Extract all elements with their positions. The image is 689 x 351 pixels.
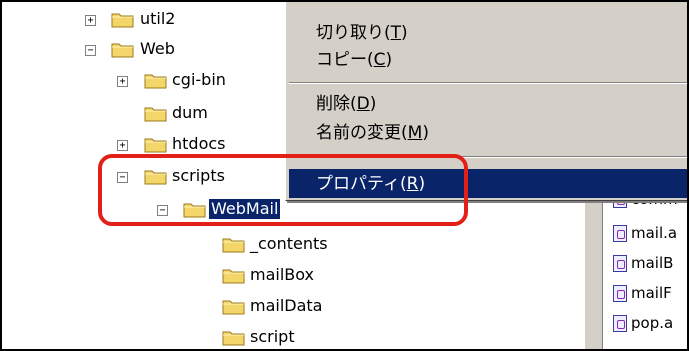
menu-item-delete[interactable]: 削除(D) xyxy=(316,93,376,115)
file-name: mailB xyxy=(631,254,674,272)
list-item[interactable]: mailF xyxy=(613,282,672,304)
highlight-annotation xyxy=(98,154,468,226)
folder-icon xyxy=(222,329,245,346)
tree-item-label[interactable]: htdocs xyxy=(170,134,228,154)
script-file-icon xyxy=(613,314,627,332)
menu-item-cut[interactable]: 切り取り(T) xyxy=(316,22,408,44)
vertical-scrollbar[interactable] xyxy=(584,182,603,349)
tree-item-label[interactable]: mailBox xyxy=(248,265,316,285)
collapse-icon[interactable]: − xyxy=(85,45,96,56)
tree-item-label[interactable]: cgi-bin xyxy=(170,70,228,90)
list-item[interactable]: mail.a xyxy=(613,222,677,244)
script-file-icon xyxy=(613,284,627,302)
tree-item-label[interactable]: _contents xyxy=(248,234,330,254)
file-name: mailF xyxy=(631,284,672,302)
file-list-pane: comm mail.a mailB mailF pop.a xyxy=(602,182,687,349)
script-file-icon xyxy=(613,254,627,272)
folder-icon xyxy=(111,11,134,28)
menu-separator xyxy=(289,82,687,84)
menu-item-rename[interactable]: 名前の変更(M) xyxy=(316,122,429,144)
script-file-icon xyxy=(613,224,627,242)
expand-icon[interactable]: + xyxy=(117,140,128,151)
expand-icon[interactable]: + xyxy=(85,15,96,26)
folder-icon xyxy=(144,105,167,122)
file-name: pop.a xyxy=(631,314,674,332)
tree-item-label[interactable]: Web xyxy=(138,39,177,59)
folder-icon xyxy=(222,236,245,253)
tree-item-label[interactable]: dum xyxy=(170,103,210,123)
tree-item-label[interactable]: script xyxy=(248,327,297,347)
folder-icon xyxy=(144,72,167,89)
list-item[interactable]: mailB xyxy=(613,252,673,274)
list-item[interactable]: pop.a xyxy=(613,312,673,334)
folder-icon xyxy=(222,298,245,315)
menu-item-copy[interactable]: コピー(C) xyxy=(316,49,392,71)
tree-item-label[interactable]: mailData xyxy=(248,296,324,316)
folder-icon xyxy=(144,136,167,153)
file-name: mail.a xyxy=(631,224,678,242)
tree-item-label[interactable]: util2 xyxy=(138,9,177,29)
folder-icon xyxy=(222,267,245,284)
folder-open-icon xyxy=(111,41,134,58)
explorer-window: + util2 − Web + cgi-bin dum + htdocs − s… xyxy=(0,0,689,351)
expand-icon[interactable]: + xyxy=(117,76,128,87)
